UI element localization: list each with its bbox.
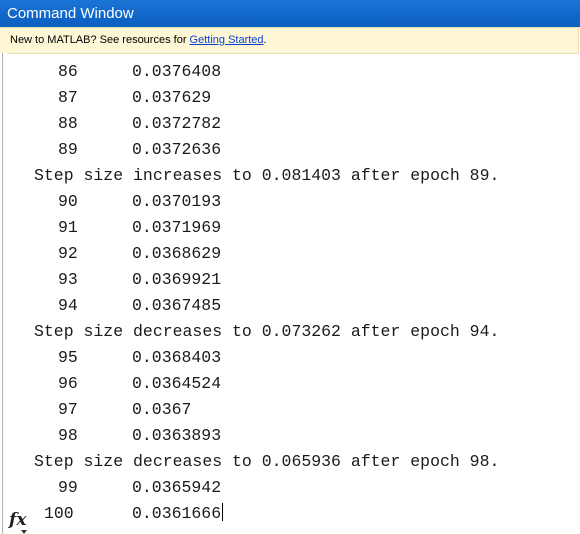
epoch-row: 90 0.0370193: [7, 189, 577, 215]
text-cursor: [222, 503, 224, 521]
epoch-row: 88 0.0372782: [7, 111, 577, 137]
epoch-number: 94: [58, 296, 78, 315]
epoch-value-text: 0.037629: [132, 88, 212, 107]
epoch-number: 95: [58, 348, 78, 367]
epoch-row: 86 0.0376408: [7, 59, 577, 85]
epoch-row: 98 0.0363893: [7, 423, 577, 449]
epoch-row: 97 0.0367: [7, 397, 577, 423]
banner-text: New to MATLAB? See resources for Getting…: [10, 34, 267, 46]
epoch-row: 91 0.0371969: [7, 215, 577, 241]
epoch-number: 99: [58, 478, 78, 497]
window-title: Command Window: [7, 5, 134, 22]
epoch-row: 94 0.0367485: [7, 293, 577, 319]
epoch-row: 95 0.0368403: [7, 345, 577, 371]
epoch-value: 0.0368629: [132, 241, 221, 267]
epoch-value: 0.0370193: [132, 189, 221, 215]
epoch-value: 0.0376408: [132, 59, 221, 85]
epoch-value: 0.0372636: [132, 137, 221, 163]
window-title-bar: Command Window: [0, 0, 580, 27]
epoch-value-text: 0.0367: [132, 400, 192, 419]
epoch-value-text: 0.0367485: [132, 296, 222, 315]
epoch-value-text: 0.0368629: [132, 244, 222, 263]
epoch-number: 87: [58, 88, 78, 107]
step-size-message: Step size decreases to 0.065936 after ep…: [7, 449, 577, 475]
epoch-number: 100: [44, 504, 74, 523]
epoch-row: 100 0.0361666: [7, 501, 577, 527]
epoch-value-text: 0.0361666: [132, 504, 222, 523]
step-size-message: Step size increases to 0.081403 after ep…: [7, 163, 577, 189]
epoch-row: 93 0.0369921: [7, 267, 577, 293]
epoch-number: 96: [58, 374, 78, 393]
message-text: Step size decreases to 0.073262 after ep…: [34, 322, 500, 341]
epoch-number: 93: [58, 270, 78, 289]
epoch-value-text: 0.0376408: [132, 62, 222, 81]
console-lines: 86 0.0376408 87 0.037629 88 0.0372782 89 0.0372…: [7, 59, 577, 527]
epoch-value-text: 0.0371969: [132, 218, 222, 237]
epoch-row: 87 0.037629: [7, 85, 577, 111]
step-size-message: Step size decreases to 0.073262 after ep…: [7, 319, 577, 345]
fx-symbol: fx: [9, 510, 27, 530]
epoch-number: 90: [58, 192, 78, 211]
command-window: Command Window New to MATLAB? See resour…: [0, 0, 580, 534]
console-gutter: [0, 53, 7, 534]
epoch-number: 88: [58, 114, 78, 133]
gutter-divider: [2, 53, 3, 534]
getting-started-link[interactable]: Getting Started: [190, 34, 264, 46]
epoch-value-text: 0.0372636: [132, 140, 222, 159]
epoch-value: 0.0367485: [132, 293, 221, 319]
epoch-row: 89 0.0372636: [7, 137, 577, 163]
epoch-value: 0.0367: [132, 397, 191, 423]
epoch-number: 98: [58, 426, 78, 445]
epoch-row: 96 0.0364524: [7, 371, 577, 397]
epoch-value: 0.0372782: [132, 111, 221, 137]
epoch-number: 86: [58, 62, 78, 81]
epoch-value-text: 0.0363893: [132, 426, 222, 445]
fx-icon[interactable]: fx: [9, 510, 27, 534]
epoch-number: 91: [58, 218, 78, 237]
epoch-value: 0.0364524: [132, 371, 221, 397]
epoch-value: 0.0361666: [132, 501, 224, 527]
banner-message: New to MATLAB? See resources for: [10, 34, 190, 46]
banner-suffix: .: [263, 34, 267, 46]
epoch-number: 92: [58, 244, 78, 263]
epoch-value: 0.0365942: [132, 475, 221, 501]
epoch-row: 92 0.0368629: [7, 241, 577, 267]
message-text: Step size increases to 0.081403 after ep…: [34, 166, 500, 185]
epoch-value-text: 0.0364524: [132, 374, 222, 393]
epoch-value-text: 0.0369921: [132, 270, 222, 289]
console-output[interactable]: ' ' 860.0376408870.037629880.0372782890.…: [7, 53, 577, 534]
epoch-value: 0.0371969: [132, 215, 221, 241]
info-banner: New to MATLAB? See resources for Getting…: [0, 27, 579, 54]
epoch-value: 0.0368403: [132, 345, 221, 371]
epoch-row: 99 0.0365942: [7, 475, 577, 501]
epoch-value-text: 0.0368403: [132, 348, 222, 367]
epoch-number: 89: [58, 140, 78, 159]
epoch-number: 97: [58, 400, 78, 419]
chevron-down-icon: [21, 530, 27, 534]
epoch-value-text: 0.0365942: [132, 478, 222, 497]
epoch-value-text: 0.0370193: [132, 192, 222, 211]
message-text: Step size decreases to 0.065936 after ep…: [34, 452, 500, 471]
epoch-value: 0.0369921: [132, 267, 221, 293]
epoch-value: 0.0363893: [132, 423, 221, 449]
epoch-value: 0.037629: [132, 85, 211, 111]
epoch-value-text: 0.0372782: [132, 114, 222, 133]
